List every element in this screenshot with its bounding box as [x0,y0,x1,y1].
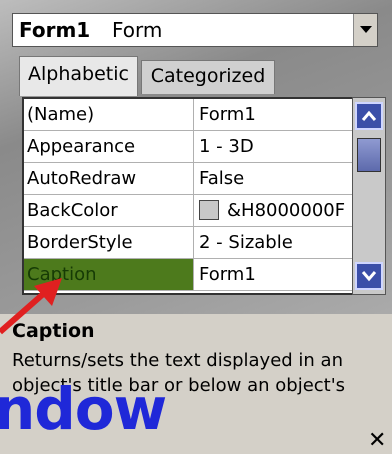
chevron-up-icon [361,110,377,121]
property-name: Appearance [24,131,194,162]
bottom-bar [0,432,392,454]
object-name: Form1 [19,18,91,42]
property-value[interactable]: 1 - 3D [194,131,354,162]
property-row-borderstyle[interactable]: BorderStyle 2 - Sizable [24,227,354,259]
object-selector[interactable]: Form1 Form [12,13,378,47]
dropdown-arrow-icon [360,26,372,33]
annotation-arrow-icon [0,278,62,335]
color-swatch [199,199,219,220]
property-value[interactable]: &H8000000F [194,195,354,226]
property-row-backcolor[interactable]: BackColor &H8000000F [24,195,354,227]
property-name: AutoRedraw [24,163,194,194]
vertical-scrollbar[interactable] [352,97,386,295]
scroll-thumb[interactable] [357,138,381,172]
property-value[interactable]: False [194,163,354,194]
property-row-appearance[interactable]: Appearance 1 - 3D [24,131,354,163]
property-name: BackColor [24,195,194,226]
scroll-up-button[interactable] [355,102,383,130]
property-value-text: &H8000000F [227,200,346,221]
property-grid: (Name) Form1 Appearance 1 - 3D AutoRedra… [22,97,356,295]
scroll-down-button[interactable] [355,262,383,290]
object-type: Form [112,18,163,42]
property-value[interactable]: Form1 [194,99,354,130]
property-name: BorderStyle [24,227,194,258]
chevron-down-icon [361,271,377,282]
property-row-name[interactable]: (Name) Form1 [24,99,354,131]
property-name: (Name) [24,99,194,130]
dropdown-button[interactable] [353,14,377,46]
property-value[interactable]: Form1 [194,259,354,290]
close-icon[interactable]: ✕ [368,428,386,453]
property-row-autoredraw[interactable]: AutoRedraw False [24,163,354,195]
tab-alphabetic[interactable]: Alphabetic [19,56,138,96]
property-value[interactable]: 2 - Sizable [194,227,354,258]
tab-categorized[interactable]: Categorized [141,60,275,94]
